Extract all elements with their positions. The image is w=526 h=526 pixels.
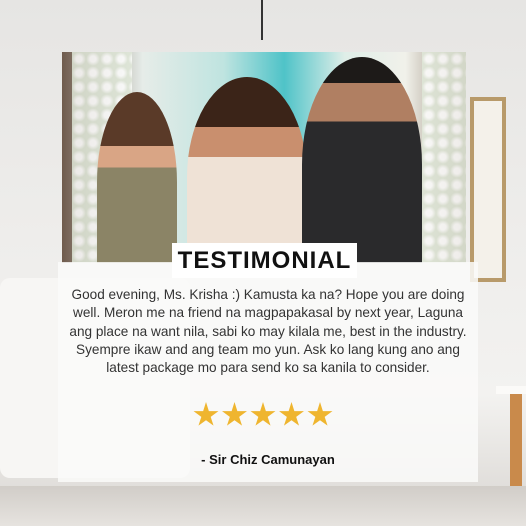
floor: [0, 486, 526, 526]
person-center: [187, 77, 307, 263]
star-icon: [250, 402, 276, 426]
testimonial-heading: TESTIMONIAL: [172, 243, 357, 278]
star-icon: [307, 402, 333, 426]
person-left: [97, 92, 177, 263]
star-icon: [193, 402, 219, 426]
testimonial-author: - Sir Chiz Camunayan: [201, 452, 335, 467]
pendant-lamp: [261, 0, 263, 40]
wall-picture-frame: [470, 97, 506, 282]
testimonial-photo: [62, 52, 466, 263]
testimonial-text: Good evening, Ms. Krisha :) Kamusta ka n…: [69, 287, 467, 376]
star-rating: [193, 402, 333, 428]
star-icon: [222, 402, 247, 426]
person-right: [302, 57, 422, 263]
star-icon: [279, 402, 304, 426]
